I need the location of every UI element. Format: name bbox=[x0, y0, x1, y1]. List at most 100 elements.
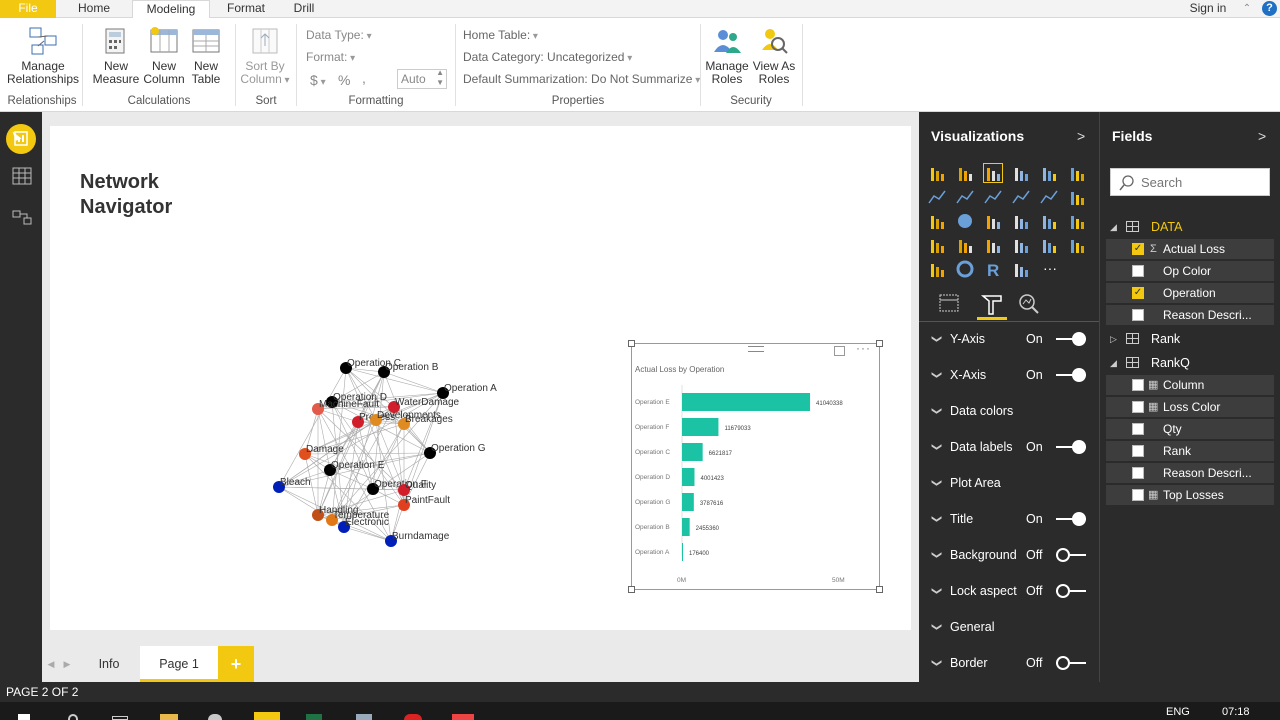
table-rankq[interactable]: ◢ RankQ bbox=[1100, 351, 1280, 375]
app-icon[interactable] bbox=[356, 714, 372, 720]
field-qty[interactable]: Qty bbox=[1106, 419, 1274, 439]
format-section-title[interactable]: ❯ Title On bbox=[919, 501, 1099, 537]
ribbon-chart-icon[interactable] bbox=[1068, 188, 1086, 206]
field-reason-descri-[interactable]: Reason Descri... bbox=[1106, 463, 1274, 483]
field-checkbox[interactable] bbox=[1132, 379, 1144, 391]
bar[interactable] bbox=[682, 518, 690, 536]
file-explorer-icon[interactable] bbox=[160, 714, 178, 720]
line-clustered-column-icon[interactable] bbox=[1040, 188, 1058, 206]
donut-chart-icon[interactable] bbox=[956, 260, 974, 278]
funnel-icon[interactable] bbox=[956, 236, 974, 254]
tab-format[interactable]: Format bbox=[220, 0, 272, 18]
network-navigator-visual[interactable]: Operation COperation BOperation AOperati… bbox=[260, 350, 520, 560]
format-section-y-axis[interactable]: ❯ Y-Axis On bbox=[919, 321, 1099, 357]
comma-button[interactable]: , bbox=[362, 70, 366, 86]
expanded-icon[interactable]: ◢ bbox=[1110, 351, 1117, 375]
app-icon[interactable] bbox=[208, 714, 222, 720]
table-icon[interactable] bbox=[1040, 212, 1058, 230]
field-column[interactable]: ▦ Column bbox=[1106, 375, 1274, 395]
toggle-switch[interactable] bbox=[1056, 440, 1086, 454]
line-chart-icon[interactable] bbox=[928, 188, 946, 206]
report-view-icon[interactable] bbox=[6, 124, 36, 154]
decimal-places-input[interactable]: Auto ▲ ▼ bbox=[397, 68, 447, 89]
app-icon[interactable] bbox=[404, 714, 422, 720]
line-column-icon[interactable] bbox=[1012, 188, 1030, 206]
slicer-icon[interactable] bbox=[928, 260, 946, 278]
toggle-switch[interactable] bbox=[1056, 584, 1086, 598]
new-column-button[interactable]: New Column bbox=[142, 26, 186, 86]
sign-in-link[interactable]: Sign in bbox=[1180, 0, 1236, 18]
format-section-border[interactable]: ❯ Border Off bbox=[919, 645, 1099, 681]
bar[interactable] bbox=[682, 543, 683, 561]
format-section-data-colors[interactable]: ❯ Data colors bbox=[919, 393, 1099, 429]
field-reason-descri-[interactable]: Reason Descri... bbox=[1106, 305, 1274, 325]
scroll-right-icon[interactable]: ▶ bbox=[62, 646, 72, 682]
clustered-bar-chart-icon[interactable] bbox=[983, 163, 1003, 183]
add-page-button[interactable]: + bbox=[218, 646, 254, 682]
collapsed-icon[interactable]: ▷ bbox=[1110, 327, 1117, 351]
search-input[interactable] bbox=[1141, 173, 1261, 191]
field-checkbox[interactable] bbox=[1132, 401, 1144, 413]
bar[interactable] bbox=[682, 493, 694, 511]
tab-home[interactable]: Home bbox=[66, 0, 122, 18]
power-bi-taskbar-icon[interactable] bbox=[254, 712, 280, 720]
search-icon[interactable] bbox=[68, 714, 78, 720]
filled-map-icon[interactable] bbox=[928, 236, 946, 254]
toggle-switch[interactable] bbox=[1056, 512, 1086, 526]
toggle-switch[interactable] bbox=[1056, 548, 1086, 562]
data-type-dropdown[interactable]: Data Type: bbox=[306, 28, 372, 42]
format-section-data-labels[interactable]: ❯ Data labels On bbox=[919, 429, 1099, 465]
matrix-icon[interactable] bbox=[1068, 212, 1086, 230]
new-table-button[interactable]: New Table bbox=[186, 26, 226, 86]
bar[interactable] bbox=[682, 393, 811, 411]
table-rank[interactable]: ▷ Rank bbox=[1100, 327, 1280, 351]
data-view-icon[interactable] bbox=[12, 166, 32, 189]
treemap-icon[interactable] bbox=[984, 212, 1002, 230]
manage-roles-button[interactable]: Manage Roles bbox=[704, 26, 750, 86]
stacked-column-chart-icon[interactable] bbox=[956, 164, 974, 182]
100-stacked-bar-icon[interactable] bbox=[1040, 164, 1058, 182]
home-table-dropdown[interactable]: Home Table: bbox=[463, 28, 538, 42]
help-icon[interactable]: ? bbox=[1262, 1, 1277, 16]
map-icon[interactable] bbox=[1012, 212, 1030, 230]
table-data[interactable]: ◢ DATA bbox=[1100, 215, 1280, 239]
sort-by-column-button[interactable]: Sort By Column bbox=[238, 26, 292, 87]
tab-info[interactable]: Info bbox=[82, 646, 136, 682]
format-section-general[interactable]: ❯ General bbox=[919, 609, 1099, 645]
kpi-icon[interactable] bbox=[1068, 236, 1086, 254]
default-summarization-dropdown[interactable]: Default Summarization: Do Not Summarize bbox=[463, 72, 700, 86]
collapse-ribbon-icon[interactable]: ⌃ bbox=[1240, 0, 1254, 18]
field-checkbox[interactable] bbox=[1132, 489, 1144, 501]
gauge-icon[interactable] bbox=[984, 236, 1002, 254]
network-navigator-icon[interactable] bbox=[1012, 260, 1030, 278]
field-checkbox[interactable]: ✓ bbox=[1132, 243, 1144, 255]
toggle-switch[interactable] bbox=[1056, 332, 1086, 346]
view-as-roles-button[interactable]: View As Roles bbox=[752, 26, 796, 86]
report-title[interactable]: Network Navigator bbox=[80, 170, 220, 220]
field-top-losses[interactable]: ▦ Top Losses bbox=[1106, 485, 1274, 505]
task-view-icon[interactable] bbox=[112, 716, 128, 720]
pie-chart-icon[interactable] bbox=[956, 212, 974, 230]
field-checkbox[interactable]: ✓ bbox=[1132, 287, 1144, 299]
100-stacked-column-icon[interactable] bbox=[1068, 164, 1086, 182]
bar[interactable] bbox=[682, 443, 703, 461]
stacked-bar-chart-icon[interactable] bbox=[928, 164, 946, 182]
bar-chart-visual[interactable]: ··· Actual Loss by Operation Operation E4… bbox=[628, 340, 883, 593]
card-icon[interactable] bbox=[1012, 236, 1030, 254]
field-checkbox[interactable] bbox=[1132, 467, 1144, 479]
data-category-dropdown[interactable]: Data Category: Uncategorized bbox=[463, 50, 632, 64]
app-icon[interactable] bbox=[452, 714, 474, 720]
tab-drill[interactable]: Drill bbox=[282, 0, 326, 18]
windows-start-icon[interactable] bbox=[18, 714, 30, 720]
expanded-icon[interactable]: ◢ bbox=[1110, 215, 1117, 239]
field-search-box[interactable] bbox=[1110, 168, 1270, 196]
field-checkbox[interactable] bbox=[1132, 445, 1144, 457]
tab-file[interactable]: File bbox=[0, 0, 56, 18]
scatter-chart-icon[interactable] bbox=[928, 212, 946, 230]
percent-button[interactable]: % bbox=[338, 72, 350, 88]
currency-button[interactable]: $ bbox=[310, 72, 326, 88]
collapse-fields-pane-icon[interactable]: > bbox=[1258, 128, 1266, 144]
format-section-lock-aspect[interactable]: ❯ Lock aspect Off bbox=[919, 573, 1099, 609]
toggle-switch[interactable] bbox=[1056, 656, 1086, 670]
bar[interactable] bbox=[682, 468, 695, 486]
